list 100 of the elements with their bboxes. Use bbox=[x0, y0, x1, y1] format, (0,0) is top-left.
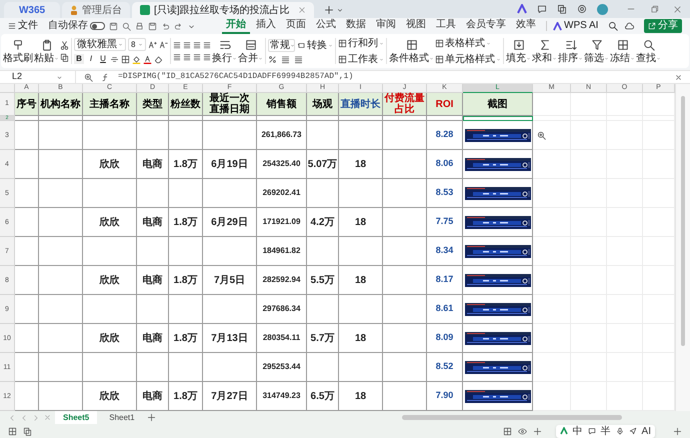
cloud-icon[interactable] bbox=[624, 21, 634, 31]
grow-font-icon[interactable] bbox=[148, 40, 157, 49]
ribbon-button[interactable]: 合并 bbox=[238, 36, 263, 66]
autosave-toggle[interactable] bbox=[90, 22, 105, 30]
undo-icon[interactable] bbox=[161, 22, 170, 30]
copy-icon[interactable] bbox=[60, 52, 69, 62]
fill-color-icon[interactable] bbox=[132, 54, 141, 64]
scissors-icon[interactable] bbox=[60, 40, 69, 50]
grid-icon[interactable] bbox=[8, 426, 17, 436]
caret-icon[interactable] bbox=[336, 6, 344, 14]
eraser-icon[interactable] bbox=[154, 54, 163, 64]
ime-key[interactable]: 中 bbox=[572, 426, 583, 436]
browser-tab[interactable]: 管理后台 bbox=[62, 2, 130, 18]
sheet-tab[interactable]: Sheet1 bbox=[101, 411, 143, 424]
ribbon-button[interactable]: 表格样式 bbox=[435, 36, 501, 50]
copy-icon[interactable] bbox=[23, 426, 32, 436]
restore-icon[interactable] bbox=[650, 5, 659, 14]
font-name-field[interactable]: 微软雅黑 bbox=[74, 38, 126, 51]
ime-key[interactable]: AI bbox=[642, 426, 651, 436]
close-icon[interactable] bbox=[298, 6, 306, 14]
zoom-in-icon[interactable] bbox=[537, 130, 546, 140]
align-lines-icon[interactable] bbox=[183, 41, 191, 49]
chat-icon[interactable] bbox=[588, 427, 596, 435]
ribbon-button[interactable]: 排序 bbox=[558, 36, 583, 66]
search-icon[interactable] bbox=[608, 21, 618, 31]
avatar[interactable] bbox=[597, 4, 608, 15]
ribbon-tab[interactable]: 工具 bbox=[432, 18, 460, 34]
ribbon-button[interactable]: 求和 bbox=[532, 36, 557, 66]
share-button[interactable]: 分享 bbox=[644, 19, 682, 33]
redo-icon[interactable] bbox=[174, 22, 183, 30]
align-lines-icon[interactable] bbox=[193, 53, 201, 61]
font-size-field[interactable]: 8 bbox=[128, 38, 146, 51]
ribbon-tab[interactable]: 视图 bbox=[402, 18, 430, 34]
ribbon-button[interactable]: 转换 bbox=[297, 38, 333, 52]
number-format-field[interactable]: 常规 bbox=[268, 38, 295, 52]
ai-icon[interactable] bbox=[517, 4, 527, 14]
ribbon-button[interactable]: 换行 bbox=[212, 36, 237, 66]
close-icon[interactable] bbox=[673, 5, 682, 14]
function-icon[interactable] bbox=[101, 72, 110, 82]
align-lines-icon[interactable] bbox=[203, 41, 211, 49]
ribbon-button[interactable]: 冻结 bbox=[610, 36, 635, 66]
wps-ai-button[interactable]: WPS AI bbox=[553, 21, 598, 31]
underline-button[interactable]: U bbox=[98, 54, 108, 64]
align-lines-icon[interactable] bbox=[294, 54, 303, 64]
save-icon[interactable] bbox=[148, 22, 157, 30]
strikethrough-icon[interactable] bbox=[110, 54, 119, 64]
plus-icon[interactable] bbox=[324, 5, 334, 15]
ribbon-tab[interactable]: 会员专享 bbox=[462, 18, 510, 34]
ribbon-button[interactable]: 工作表 bbox=[338, 52, 384, 66]
browser-tab[interactable]: [只读]跟拉丝取专场的投流占比 bbox=[132, 2, 314, 18]
input-method-bar[interactable]: 中 半 AI bbox=[556, 424, 655, 438]
italic-button[interactable]: I bbox=[86, 54, 96, 64]
border-icon[interactable] bbox=[121, 54, 130, 64]
ribbon-tab[interactable]: 审阅 bbox=[372, 18, 400, 34]
ribbon-tab[interactable]: 公式 bbox=[312, 18, 340, 34]
align-lines-icon[interactable] bbox=[183, 53, 191, 61]
align-lines-icon[interactable] bbox=[173, 53, 181, 61]
ribbon-button[interactable]: 粘贴 bbox=[34, 36, 59, 66]
ribbon-button[interactable]: 格式刷 bbox=[3, 36, 33, 66]
percent-icon[interactable] bbox=[268, 54, 277, 64]
microphone-icon[interactable] bbox=[616, 427, 624, 435]
align-lines-icon[interactable] bbox=[203, 53, 211, 61]
formula-text[interactable]: =DISPIMG("ID_81CA5276CAC54D1DADFF69994B2857AD",1) bbox=[118, 71, 354, 83]
search-icon[interactable] bbox=[122, 22, 131, 30]
ribbon-tab[interactable]: 插入 bbox=[252, 18, 280, 34]
horizontal-scrollbar[interactable] bbox=[402, 415, 622, 420]
align-lines-icon[interactable] bbox=[193, 41, 201, 49]
ribbon-button[interactable]: 查找 bbox=[636, 36, 661, 66]
eye-icon[interactable] bbox=[518, 426, 527, 436]
ribbon-tab[interactable]: 页面 bbox=[282, 18, 310, 34]
copy-icon[interactable] bbox=[557, 4, 567, 14]
plus-icon[interactable] bbox=[673, 426, 682, 436]
vertical-scrollbar[interactable] bbox=[675, 84, 690, 411]
zoom-in-icon[interactable] bbox=[84, 72, 93, 82]
shrink-font-icon[interactable] bbox=[159, 40, 168, 49]
app-logo[interactable]: W365 bbox=[4, 2, 60, 18]
print-icon[interactable] bbox=[135, 22, 144, 30]
table-cell: 295253.44 bbox=[257, 353, 307, 382]
save-icon[interactable] bbox=[109, 22, 118, 30]
chat-icon[interactable] bbox=[537, 4, 547, 14]
plus-icon[interactable] bbox=[146, 413, 156, 422]
bold-button[interactable]: B bbox=[74, 54, 84, 64]
sheet-tab[interactable]: Sheet5 bbox=[55, 411, 98, 424]
send-icon[interactable] bbox=[628, 427, 637, 435]
file-menu[interactable]: 文件 bbox=[8, 21, 38, 31]
ribbon-tab[interactable]: 数据 bbox=[342, 18, 370, 34]
settings-icon[interactable] bbox=[577, 4, 587, 14]
ribbon-button[interactable]: 填充 bbox=[506, 36, 531, 66]
ime-key[interactable]: 半 bbox=[600, 426, 611, 436]
font-color-icon[interactable] bbox=[143, 54, 152, 64]
ribbon-button[interactable]: 条件格式 bbox=[389, 36, 434, 66]
ribbon-button[interactable]: 单元格样式 bbox=[435, 52, 501, 66]
close-icon[interactable] bbox=[675, 74, 682, 80]
align-lines-icon[interactable] bbox=[281, 54, 290, 64]
ribbon-button[interactable]: 筛选 bbox=[584, 36, 609, 66]
plus-icon[interactable] bbox=[532, 426, 542, 436]
grid-icon[interactable] bbox=[502, 426, 512, 436]
ribbon-button[interactable]: 行和列 bbox=[338, 36, 384, 50]
align-lines-icon[interactable] bbox=[173, 41, 181, 49]
ribbon-tab[interactable]: 效率 bbox=[512, 18, 540, 34]
